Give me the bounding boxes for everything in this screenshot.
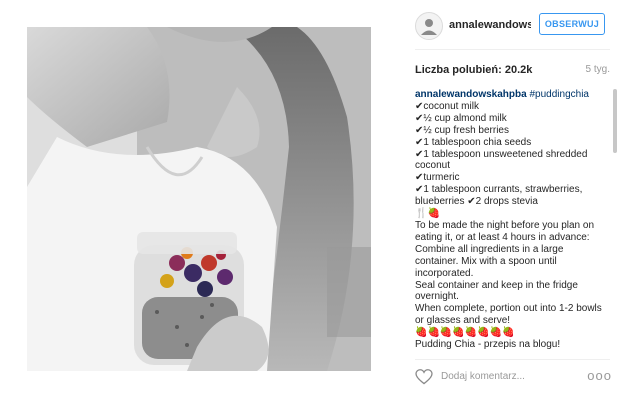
caption-line: To be made the night before you plan on … <box>415 219 595 243</box>
caption-line: ✔1 tablespoon chia seeds <box>415 136 532 148</box>
caption-hashtag[interactable]: #puddingchia <box>529 89 589 100</box>
caption-line: When complete, portion out into 1-2 bowl… <box>415 303 602 327</box>
more-options-icon[interactable]: ooo <box>587 368 612 383</box>
footer-divider <box>415 359 610 360</box>
likes-count[interactable]: Liczba polubień: 20.2k <box>415 64 532 76</box>
post-sidebar: annalewandows... OBSERWUJ Liczba polubie… <box>405 0 620 398</box>
caption-line: ✔½ cup fresh berries <box>415 124 509 136</box>
caption-line: ✔1 tablespoon unsweetened shredded cocon… <box>415 148 588 172</box>
caption-line: Pudding Chia - przepis na blogu! <box>415 339 561 351</box>
avatar-icon[interactable] <box>415 12 443 40</box>
caption-line: Seal container and keep in the fridge ov… <box>415 279 578 303</box>
caption-line: ✔turmeric <box>415 172 460 184</box>
post-stats: Liczba polubień: 20.2k 5 tyg. <box>415 64 610 76</box>
follow-button[interactable]: OBSERWUJ <box>539 13 605 35</box>
caption-line: Combine all ingredients in a large conta… <box>415 243 564 279</box>
post-photo-art <box>27 27 371 371</box>
post-age[interactable]: 5 tyg. <box>586 64 610 75</box>
post-caption: annalewandowskahpba #puddingchia ✔coconu… <box>415 89 607 354</box>
caption-scrollbar[interactable] <box>613 89 617 153</box>
caption-line: ✔1 tablespoon currants, strawberries, bl… <box>415 184 583 208</box>
header-divider <box>415 49 610 50</box>
post-header: annalewandows... OBSERWUJ <box>405 12 610 40</box>
caption-line: 🍴🍓 <box>415 208 440 220</box>
post-photo <box>27 27 371 371</box>
caption-line: ✔½ cup almond milk <box>415 112 507 124</box>
avatar-image <box>421 19 437 35</box>
heart-icon[interactable] <box>415 369 433 385</box>
caption-username[interactable]: annalewandowskahpba <box>415 89 527 100</box>
comment-bar: Dodaj komentarz... ooo <box>415 367 612 387</box>
username-link[interactable]: annalewandows... <box>449 19 531 31</box>
comment-input[interactable]: Dodaj komentarz... <box>441 371 525 382</box>
caption-line: ✔coconut milk <box>415 100 479 112</box>
caption-line: 🍓🍓🍓🍓🍓🍓🍓🍓 <box>415 327 515 339</box>
